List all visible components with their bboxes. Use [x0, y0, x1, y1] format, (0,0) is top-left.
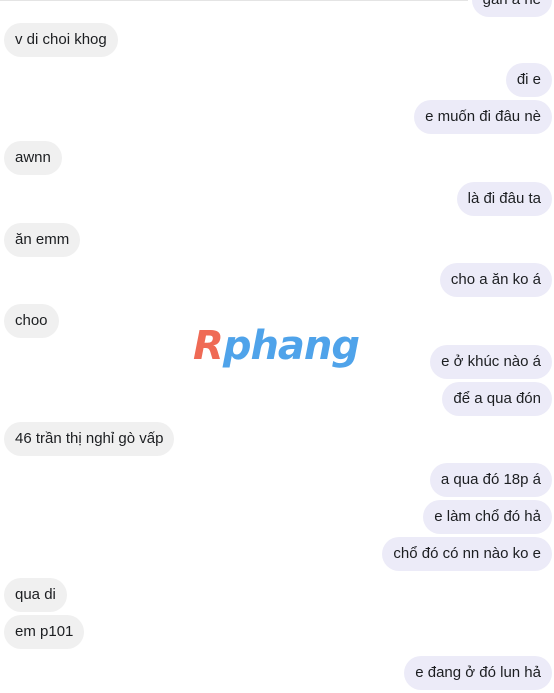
message-bubble-outgoing[interactable]: là đi đâu ta — [456, 182, 552, 216]
watermark-logo: Rphang — [193, 322, 360, 370]
message-bubble-outgoing[interactable]: e muốn đi đâu nè — [414, 100, 552, 134]
message-bubble-outgoing[interactable]: e làm chổ đó hả — [423, 500, 552, 534]
chat-thread: gần a nè v di choi khog đi e e muốn đi đ… — [0, 0, 554, 693]
message-bubble-incoming[interactable]: ăn emm — [4, 223, 81, 257]
top-divider — [0, 0, 468, 1]
message-bubble-incoming[interactable]: 46 trần thị nghỉ gò vấp — [4, 422, 175, 456]
message-bubble-outgoing[interactable]: e ở khúc nào á — [430, 345, 552, 379]
message-bubble-incoming[interactable]: v di choi khog — [4, 23, 118, 57]
watermark-rest: phang — [222, 323, 360, 369]
message-bubble-outgoing[interactable]: để a qua đón — [442, 382, 552, 416]
message-bubble-incoming[interactable]: choo — [4, 304, 59, 338]
message-bubble-incoming[interactable]: em p101 — [4, 615, 85, 649]
message-bubble-outgoing[interactable]: chổ đó có nn nào ko e — [382, 537, 552, 571]
message-bubble-incoming[interactable]: qua di — [4, 578, 67, 612]
watermark-first-letter: R — [193, 323, 224, 369]
message-bubble-outgoing[interactable]: đi e — [505, 63, 552, 97]
message-bubble-incoming[interactable]: awnn — [4, 141, 62, 175]
message-bubble-outgoing[interactable]: gần a nè — [471, 0, 552, 17]
message-bubble-outgoing[interactable]: cho a ăn ko á — [439, 263, 552, 297]
message-bubble-outgoing[interactable]: e đang ở đó lun hả — [404, 656, 552, 690]
message-bubble-outgoing[interactable]: a qua đó 18p á — [429, 463, 552, 497]
